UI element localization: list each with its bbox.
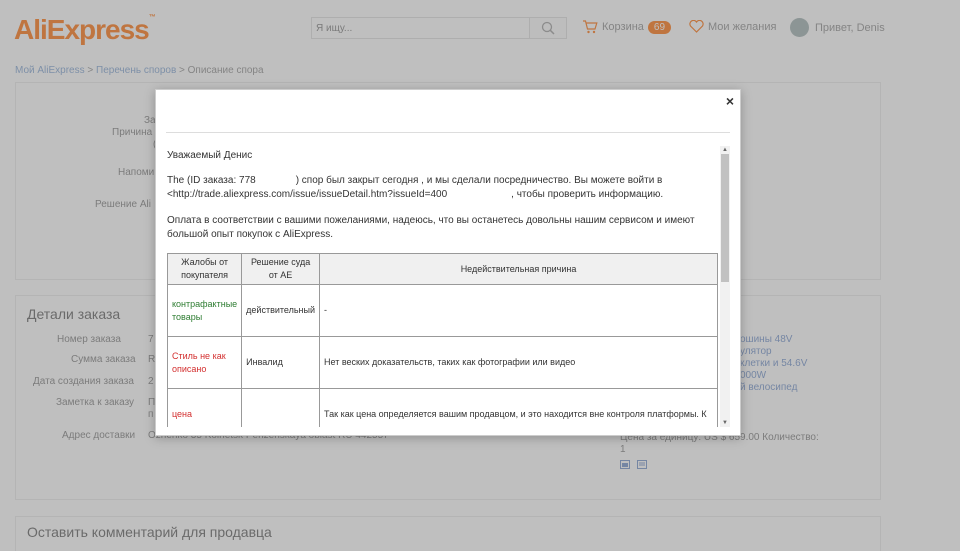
dispute-result-dialog: × Уважаемый Денис The (ID заказа: 778 ) с… xyxy=(155,89,741,436)
greeting-line: Уважаемый Денис xyxy=(167,150,253,161)
reason-cell: Нет веских доказательств, таких как фото… xyxy=(319,336,718,389)
complaint-cell: контрафактные товары xyxy=(166,284,243,337)
column-header: Недействительная причина xyxy=(319,253,718,285)
column-header: Решение суда от AE xyxy=(241,253,321,285)
table-row: контрафактные товары действительный - xyxy=(166,284,718,337)
order-id-text: The (ID заказа: 778 xyxy=(167,175,256,186)
dialog-message-body: Уважаемый Денис The (ID заказа: 778 ) спо… xyxy=(166,146,728,427)
close-icon[interactable]: × xyxy=(726,93,734,109)
complaint-cell: Стиль не как описано xyxy=(166,336,243,389)
decision-cell: действительный xyxy=(241,284,321,337)
complaint-cell: цена xyxy=(166,388,243,427)
divider xyxy=(166,132,730,133)
reason-cell: Так как цена определяется вашим продавцо… xyxy=(319,388,718,427)
message-paragraph-1: The (ID заказа: 778 ) спор был закрыт сег… xyxy=(167,174,707,188)
issue-link[interactable]: <http://trade.aliexpress.com/issue/issue… xyxy=(167,189,447,200)
scrollbar-thumb[interactable] xyxy=(721,154,729,282)
decision-cell xyxy=(241,388,321,427)
dispute-table: Жалобы от покупателя Решение суда от AE … xyxy=(166,253,718,427)
table-row: цена Так как цена определяется вашим про… xyxy=(166,388,718,427)
check-info-text: , чтобы проверить информацию. xyxy=(511,189,664,200)
table-row: Стиль не как описано Инвалид Нет веских … xyxy=(166,336,718,389)
scroll-up-icon[interactable]: ▲ xyxy=(720,146,730,154)
message-paragraph-1-link: <http://trade.aliexpress.com/issue/issue… xyxy=(167,188,707,202)
message-paragraph-2: Оплата в соответствии с вашими пожелания… xyxy=(167,215,695,240)
table-header-row: Жалобы от покупателя Решение суда от AE … xyxy=(166,253,718,285)
dialog-scrollbar[interactable]: ▲ ▼ xyxy=(720,146,730,427)
column-header: Жалобы от покупателя xyxy=(166,253,243,285)
scroll-down-icon[interactable]: ▼ xyxy=(720,419,730,427)
reason-cell: - xyxy=(319,284,718,337)
decision-cell: Инвалид xyxy=(241,336,321,389)
dispute-closed-text: ) спор был закрыт сегодня , и мы сделали… xyxy=(295,175,663,186)
